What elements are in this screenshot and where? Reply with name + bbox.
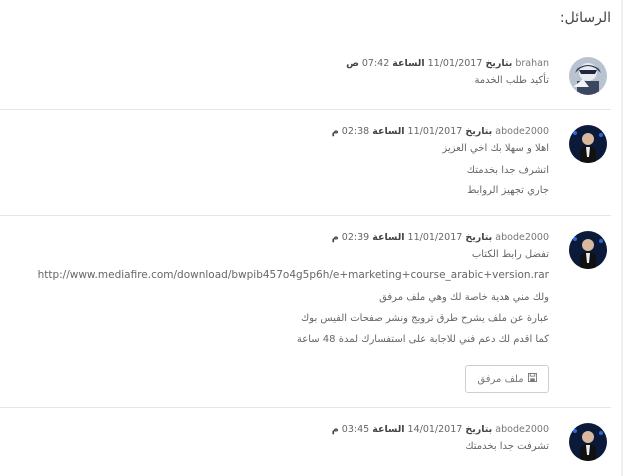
message-date: 14/01/2017: [407, 424, 463, 435]
time-label: الساعة: [372, 424, 405, 435]
message-meta: abode2000 بتاريخ 14/01/2017 الساعة 03:45…: [332, 424, 549, 435]
message-text: تشرفت جدا بخدمتك: [465, 441, 549, 452]
message-item: abode2000 بتاريخ 14/01/2017 الساعة 03:45…: [0, 0, 611, 476]
date-label: بتاريخ: [465, 424, 493, 435]
avatar[interactable]: [569, 423, 607, 461]
message-time: 03:45: [341, 424, 370, 435]
message-username[interactable]: abode2000: [495, 424, 549, 435]
am-pm: م: [331, 424, 339, 435]
